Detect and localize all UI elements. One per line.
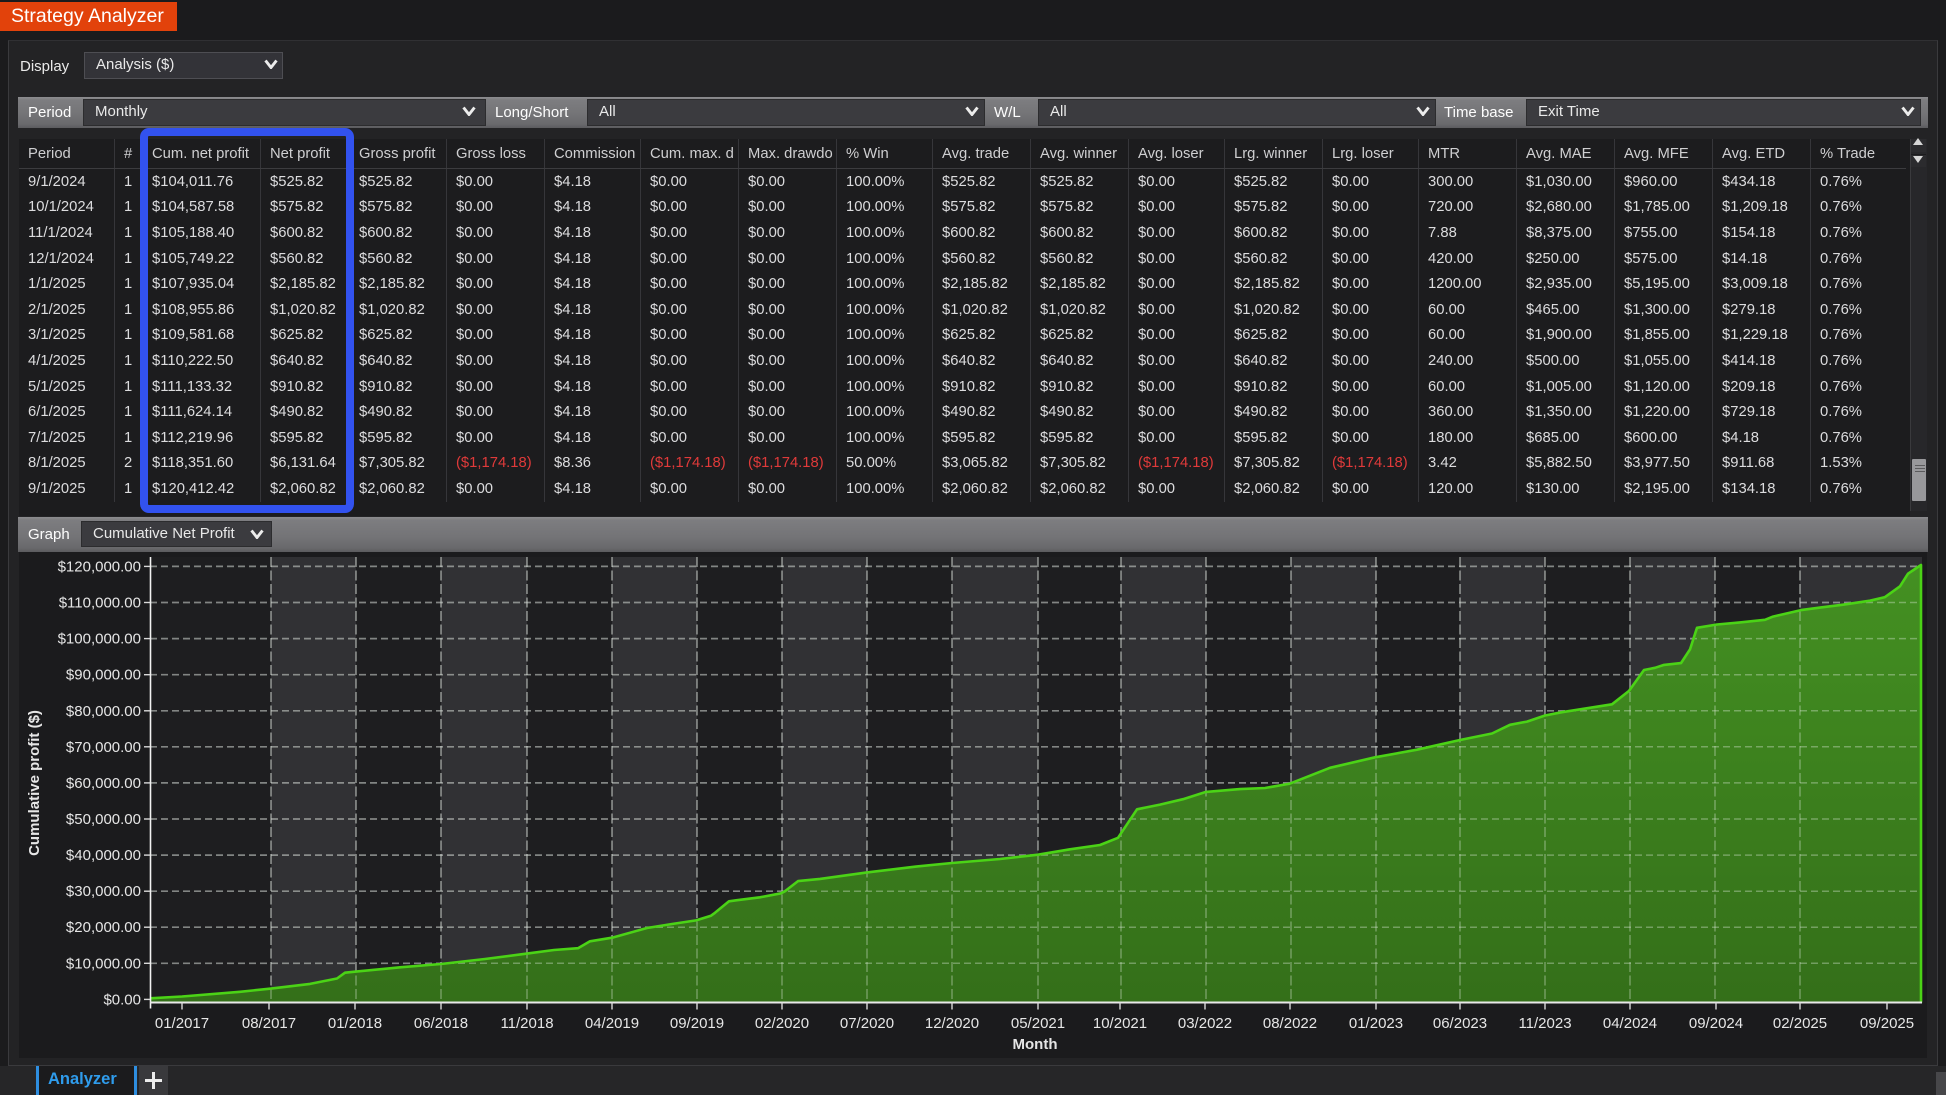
svg-text:09/2024: 09/2024 xyxy=(1689,1015,1743,1032)
svg-text:$70,000.00: $70,000.00 xyxy=(66,739,141,756)
svg-text:04/2019: 04/2019 xyxy=(585,1015,639,1032)
svg-text:$100,000.00: $100,000.00 xyxy=(58,631,141,648)
svg-text:10/2021: 10/2021 xyxy=(1093,1015,1147,1032)
svg-text:$60,000.00: $60,000.00 xyxy=(66,775,141,792)
svg-text:04/2024: 04/2024 xyxy=(1603,1015,1657,1032)
svg-text:Cumulative profit ($): Cumulative profit ($) xyxy=(26,710,43,856)
svg-text:$10,000.00: $10,000.00 xyxy=(66,955,141,972)
svg-text:02/2020: 02/2020 xyxy=(755,1015,809,1032)
svg-text:11/2018: 11/2018 xyxy=(500,1015,553,1032)
svg-text:01/2017: 01/2017 xyxy=(155,1015,209,1032)
svg-text:$40,000.00: $40,000.00 xyxy=(66,847,141,864)
svg-text:$110,000.00: $110,000.00 xyxy=(59,595,141,612)
svg-text:01/2018: 01/2018 xyxy=(328,1015,382,1032)
svg-text:05/2021: 05/2021 xyxy=(1011,1015,1065,1032)
svg-text:12/2020: 12/2020 xyxy=(925,1015,979,1032)
svg-text:$50,000.00: $50,000.00 xyxy=(66,811,141,828)
svg-text:06/2023: 06/2023 xyxy=(1433,1015,1487,1032)
svg-text:$120,000.00: $120,000.00 xyxy=(58,558,141,575)
svg-text:09/2025: 09/2025 xyxy=(1860,1015,1914,1032)
svg-text:$0.00: $0.00 xyxy=(103,991,141,1008)
svg-text:08/2022: 08/2022 xyxy=(1263,1015,1317,1032)
svg-text:$20,000.00: $20,000.00 xyxy=(66,919,141,936)
svg-text:01/2023: 01/2023 xyxy=(1349,1015,1403,1032)
svg-text:Month: Month xyxy=(1013,1036,1058,1053)
svg-text:02/2025: 02/2025 xyxy=(1773,1015,1827,1032)
svg-text:$90,000.00: $90,000.00 xyxy=(66,667,141,684)
svg-text:06/2018: 06/2018 xyxy=(414,1015,468,1032)
svg-text:$30,000.00: $30,000.00 xyxy=(66,883,141,900)
svg-text:08/2017: 08/2017 xyxy=(242,1015,296,1032)
svg-text:07/2020: 07/2020 xyxy=(840,1015,894,1032)
svg-text:03/2022: 03/2022 xyxy=(1178,1015,1232,1032)
svg-text:$80,000.00: $80,000.00 xyxy=(66,703,141,720)
svg-text:09/2019: 09/2019 xyxy=(670,1015,724,1032)
svg-text:11/2023: 11/2023 xyxy=(1518,1015,1571,1032)
